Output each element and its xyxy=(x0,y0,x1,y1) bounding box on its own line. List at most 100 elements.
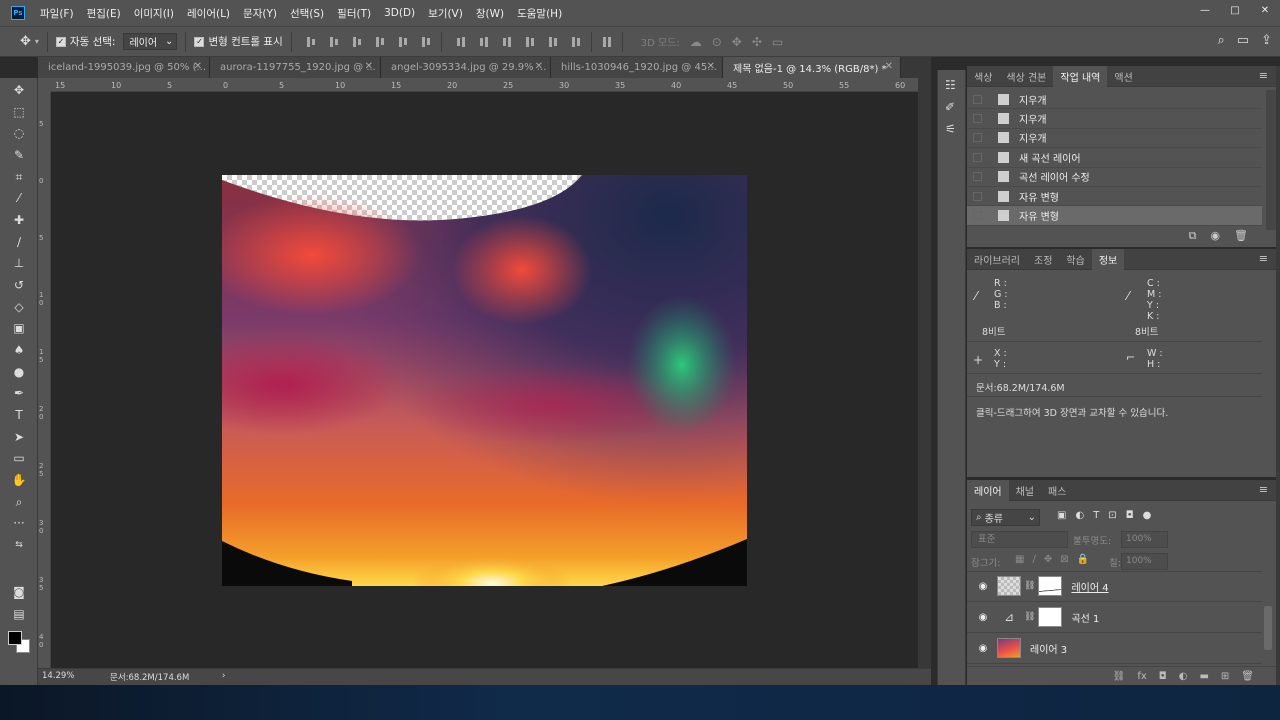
menu-file[interactable]: 파일(F) xyxy=(40,6,74,21)
move-tool-icon[interactable]: ✥ xyxy=(9,81,29,99)
align-bottom-icon[interactable] xyxy=(350,36,364,48)
share-icon[interactable]: ⇪ xyxy=(1261,33,1272,48)
layer-name[interactable]: 레이어 4 xyxy=(1071,579,1108,594)
new-layer-icon[interactable]: ⊞ xyxy=(1221,671,1229,682)
transform-controls-checkbox[interactable]: ✓ xyxy=(194,36,205,47)
filter-toggle-icon[interactable]: ● xyxy=(1143,510,1152,521)
menu-image[interactable]: 이미지(I) xyxy=(134,6,174,21)
history-item[interactable]: 자유 변형 xyxy=(967,187,1262,207)
canvas-vertical-scrollbar[interactable] xyxy=(918,78,931,668)
horizontal-ruler[interactable]: 15 10 5 0 5 10 15 20 25 30 35 40 45 50 55 60 xyxy=(51,78,918,92)
history-item[interactable]: 지우개 xyxy=(967,109,1262,129)
swap-colors-icon[interactable]: ⇆ xyxy=(9,536,29,554)
layer-thumbnail[interactable] xyxy=(997,576,1021,596)
tab-untitled-1[interactable]: 제목 없음-1 @ 14.3% (RGB/8*) * ✕ xyxy=(723,57,901,78)
path-select-tool-icon[interactable]: ➤ xyxy=(9,428,29,446)
lock-position-icon[interactable]: ✥ xyxy=(1044,554,1052,565)
rectangle-tool-icon[interactable]: ▭ xyxy=(9,449,29,467)
tab-angel[interactable]: angel-3095334.jpg @ 29.9% ... ✕ xyxy=(381,57,551,78)
auto-select-dropdown[interactable]: 레이어 ⌄ xyxy=(123,33,178,50)
distribute-left-icon[interactable] xyxy=(523,36,537,48)
align-hcenter-icon[interactable] xyxy=(396,36,410,48)
close-icon[interactable]: ✕ xyxy=(885,61,893,72)
align-vcenter-icon[interactable] xyxy=(327,36,341,48)
history-snapshot-box[interactable] xyxy=(973,172,982,182)
chevron-down-icon[interactable]: ▾ xyxy=(35,37,39,46)
history-brush-tool-icon[interactable]: ↺ xyxy=(9,276,29,294)
distribute-top-icon[interactable] xyxy=(454,36,468,48)
3d-mode-icons[interactable]: ☁⊙✥✣▭ xyxy=(690,35,794,49)
history-snapshot-box[interactable] xyxy=(973,94,982,104)
auto-align-icon[interactable] xyxy=(600,36,614,48)
menu-help[interactable]: 도움말(H) xyxy=(517,6,562,21)
close-icon[interactable]: ✕ xyxy=(194,61,202,72)
shape-filter-icon[interactable]: ⊡ xyxy=(1108,510,1116,521)
close-icon[interactable]: ✕ xyxy=(365,61,373,72)
folder-icon[interactable]: ▬ xyxy=(1199,671,1208,682)
blur-tool-icon[interactable]: ♠ xyxy=(9,341,29,359)
pixel-filter-icon[interactable]: ▣ xyxy=(1057,510,1066,521)
menu-layer[interactable]: 레이어(L) xyxy=(187,6,230,21)
layer-row-layer-3[interactable]: ◉ 레이어 3 xyxy=(967,633,1262,664)
snapshot-camera-icon[interactable]: ◉ xyxy=(1210,229,1220,243)
menu-filter[interactable]: 필터(T) xyxy=(337,6,371,21)
color-swatches[interactable] xyxy=(8,631,32,655)
history-item[interactable]: 곡선 레이어 수정 xyxy=(967,168,1262,187)
adjustments-icon[interactable]: ⚟ xyxy=(945,122,956,136)
history-snapshot-box[interactable] xyxy=(973,191,982,201)
history-snapshot-box[interactable] xyxy=(973,114,982,124)
history-item-selected[interactable]: 자유 변형 xyxy=(967,206,1262,226)
trash-icon[interactable]: 🗑 xyxy=(1234,229,1248,243)
close-icon[interactable]: ✕ xyxy=(535,61,543,72)
tab-color[interactable]: 색상 xyxy=(967,66,999,87)
type-filter-icon[interactable]: T xyxy=(1093,510,1099,521)
history-scrollbar[interactable] xyxy=(1266,90,1276,230)
crop-tool-icon[interactable]: ⌗ xyxy=(9,168,29,186)
history-snapshot-box[interactable] xyxy=(973,133,982,143)
workspace-icon[interactable]: ▭ xyxy=(1237,33,1249,48)
eyedropper-tool-icon[interactable]: ⁄ xyxy=(9,189,29,207)
tab-hills[interactable]: hills-1030946_1920.jpg @ 45... ✕ xyxy=(551,57,723,78)
tab-info[interactable]: 정보 xyxy=(1091,248,1125,270)
link-layers-icon[interactable]: ⛓ xyxy=(1113,671,1126,682)
lock-icon[interactable]: 🔒 xyxy=(1077,554,1089,565)
tab-aurora[interactable]: aurora-1197755_1920.jpg @ ... ✕ xyxy=(210,57,381,78)
layer-row-layer-4[interactable]: ◉ ⛓ 레이어 4 xyxy=(967,571,1262,602)
menu-view[interactable]: 보기(V) xyxy=(428,6,463,21)
tab-learn[interactable]: 학습 xyxy=(1059,249,1091,270)
maximize-button[interactable]: □ xyxy=(1220,0,1250,20)
distribute-bottom-icon[interactable] xyxy=(500,36,514,48)
quick-mask-icon[interactable]: ◙ xyxy=(9,583,29,601)
menu-window[interactable]: 창(W) xyxy=(476,6,504,21)
align-top-icon[interactable] xyxy=(304,36,318,48)
menu-type[interactable]: 문자(Y) xyxy=(243,6,277,21)
panel-menu-icon[interactable]: ≡ xyxy=(1259,69,1268,82)
hand-tool-icon[interactable]: ✋ xyxy=(9,471,29,489)
tab-history[interactable]: 작업 내역 xyxy=(1053,65,1108,87)
tab-iceland[interactable]: iceland-1995039.jpg @ 50% (... ✕ xyxy=(38,57,210,78)
curves-adjustment-icon[interactable]: ⊿ xyxy=(997,607,1021,627)
eye-icon[interactable]: ◉ xyxy=(973,612,993,623)
panel-menu-icon[interactable]: ≡ xyxy=(1259,483,1268,496)
history-item[interactable]: 지우개 xyxy=(967,90,1262,110)
pen-tool-icon[interactable]: ✒ xyxy=(9,384,29,402)
tab-libraries[interactable]: 라이브러리 xyxy=(967,249,1027,270)
screen-mode-icon[interactable]: ▤ xyxy=(9,605,29,623)
distribute-right-icon[interactable] xyxy=(569,36,583,48)
layer-mask-thumbnail[interactable] xyxy=(1038,576,1063,596)
status-menu-arrow[interactable]: › xyxy=(222,671,225,681)
auto-select-checkbox[interactable]: ✓ xyxy=(55,36,66,47)
layer-thumbnail[interactable] xyxy=(997,638,1021,658)
tab-adjustments[interactable]: 조정 xyxy=(1027,249,1059,270)
history-panel-icon[interactable]: ☷ xyxy=(945,78,956,92)
vertical-ruler[interactable]: 5 0 5 1 0 1 5 2 0 2 5 3 0 3 5 4 0 xyxy=(38,92,51,668)
opacity-field[interactable]: 100% xyxy=(1121,531,1168,548)
tab-channels[interactable]: 채널 xyxy=(1009,480,1041,501)
close-button[interactable]: ✕ xyxy=(1250,0,1280,20)
eye-icon[interactable]: ◉ xyxy=(973,581,993,592)
menu-select[interactable]: 선택(S) xyxy=(290,6,324,21)
smart-object-filter-icon[interactable]: ◘ xyxy=(1126,510,1134,521)
align-left-icon[interactable] xyxy=(373,36,387,48)
artboard-icon[interactable]: ⊠ xyxy=(1060,554,1068,565)
minimize-button[interactable]: — xyxy=(1190,0,1220,20)
